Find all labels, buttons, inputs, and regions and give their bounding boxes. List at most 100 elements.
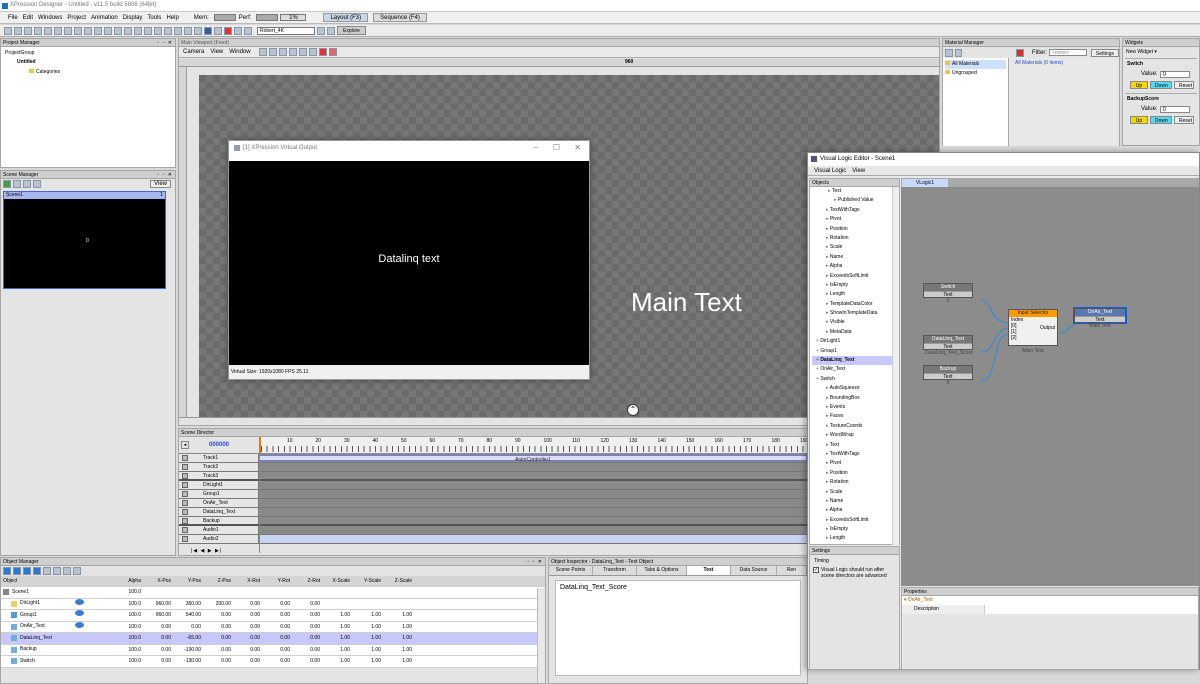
table-cell[interactable]: 360.00 (171, 599, 201, 610)
maximize-icon[interactable]: ☐ (553, 143, 560, 152)
table-row[interactable]: Group1 100.0 960.00 540.00 0.00 0.00 0.00 0.00 1… (1, 610, 545, 622)
widget-icon[interactable] (184, 26, 192, 35)
transport-controls-icon[interactable]: |◀ ◀ ▶ ▶| (191, 548, 222, 554)
menu-file[interactable]: File (8, 15, 18, 21)
track-row[interactable]: Track3 (179, 472, 807, 481)
table-cell[interactable]: 0.00 (141, 622, 171, 633)
tab-data-source[interactable]: Data Source (731, 566, 777, 575)
grid-tool-icon[interactable] (144, 26, 152, 35)
table-cell[interactable]: 0.00 (260, 645, 290, 656)
table-cell[interactable] (381, 587, 412, 598)
track-row[interactable]: Group1 (179, 490, 807, 499)
table-cell[interactable]: 1.00 (381, 622, 412, 633)
vle-tree-item[interactable]: ▸ IsEmpty (812, 281, 899, 290)
facebook-icon[interactable] (204, 26, 212, 35)
stop-icon[interactable] (224, 26, 232, 35)
table-cell[interactable]: 1.00 (381, 610, 412, 621)
save-icon[interactable] (24, 26, 32, 35)
track-row[interactable]: Track2 (179, 463, 807, 472)
vle-tree-item[interactable]: ▸ Alpha (812, 262, 899, 271)
table-row[interactable]: Scene1 100.0 (1, 587, 545, 599)
vle-tree-item[interactable]: ▸ Visible (812, 318, 899, 327)
backup-up-button[interactable]: Up (1130, 115, 1148, 124)
vle-tree-item[interactable]: ▸ Name (812, 253, 899, 262)
node-backup[interactable]: Backup Text (923, 365, 973, 380)
object-up-icon[interactable] (3, 567, 11, 575)
vle-tree-item[interactable]: ▸ TextWithTags (812, 450, 899, 459)
playhead[interactable] (259, 454, 260, 553)
table-cell[interactable]: 0.00 (231, 622, 260, 633)
tab-layout[interactable]: Layout (F3) (323, 13, 369, 22)
track-row[interactable]: Backup (179, 517, 807, 526)
viewport-pencil-icon[interactable] (288, 48, 297, 56)
vle-tree-item[interactable]: + DataLinq_Text (812, 356, 899, 366)
table-cell[interactable]: 100.0 (121, 645, 141, 656)
panel-buttons-icon[interactable]: ▫ ▫ ✕ (527, 558, 543, 566)
redo-icon[interactable] (54, 26, 62, 35)
panel-buttons-icon[interactable]: ▫ ▫ ✕ (157, 171, 173, 179)
shape-tool-icon[interactable] (114, 26, 122, 35)
table-row[interactable]: DirLight1 100.0 960.00 360.00 200.00 0.00 0.00… (1, 598, 545, 610)
selector-in1-port[interactable]: [1] (1011, 329, 1017, 335)
vle-tree-item[interactable]: ▸ ExceedsSoftLimit (812, 516, 899, 525)
table-cell[interactable]: 0.00 (260, 633, 290, 644)
vle-tree-item[interactable]: ▸ Pivot (812, 459, 899, 468)
backup-down-button[interactable]: Down (1150, 115, 1172, 124)
vle-tree-item[interactable]: ▸ AutoSqueeze (812, 384, 899, 393)
text-tool-icon[interactable] (104, 26, 112, 35)
viewport-layout-icon[interactable] (258, 48, 267, 56)
track-row[interactable]: Track1 AnimController1 (179, 454, 807, 463)
vle-tree-item[interactable]: ▸ Rotation (812, 234, 899, 243)
vle-tree-item[interactable]: + Switch (812, 375, 899, 384)
menu-display[interactable]: Display (123, 15, 143, 21)
table-cell[interactable]: 1.00 (350, 656, 381, 667)
pivot-handle-icon[interactable]: ⌃ (627, 404, 639, 416)
panel-buttons-icon[interactable]: ▫ ▫ ✕ (157, 39, 173, 47)
vle-menu-visual-logic[interactable]: Visual Logic (814, 168, 846, 174)
menu-project[interactable]: Project (67, 15, 86, 21)
viewport-stop-icon[interactable] (328, 48, 337, 56)
table-cell[interactable]: 1.00 (350, 610, 381, 621)
track-row[interactable]: DirLight1 (179, 481, 807, 490)
table-cell[interactable]: 1.00 (320, 622, 350, 633)
table-cell[interactable]: 100.0 (121, 622, 141, 633)
new-material-icon[interactable] (945, 48, 953, 57)
new-icon[interactable] (14, 26, 22, 35)
switch-down-button[interactable]: Down (1150, 80, 1172, 89)
vle-tree-item[interactable]: ▸ Length (812, 290, 899, 299)
timing-checkbox[interactable]: ✓ (813, 567, 819, 573)
close-icon[interactable]: ✕ (574, 143, 581, 152)
tree-categories[interactable]: Categories (5, 68, 175, 77)
node-onair-port[interactable]: Text (1075, 316, 1125, 323)
explore-button[interactable]: Explore (337, 26, 366, 35)
table-cell[interactable]: 0.00 (290, 622, 320, 633)
cut-icon[interactable] (64, 26, 72, 35)
vle-tree-item[interactable]: ▸ Scale (812, 488, 899, 497)
menu-windows[interactable]: Windows (38, 15, 62, 21)
vle-tree-item[interactable]: ▸ Pivot (812, 215, 899, 224)
table-cell[interactable]: 100.0 (121, 633, 141, 644)
viewport-grid-icon[interactable] (268, 48, 277, 56)
tab-tabs-options[interactable]: Tabs & Options (637, 566, 687, 575)
tab-render[interactable]: Ren (777, 566, 807, 575)
table-cell[interactable] (320, 587, 350, 598)
table-cell[interactable]: 960.00 (141, 610, 171, 621)
vle-tree-item[interactable]: ▸ Events (812, 403, 899, 412)
vle-tree-item[interactable]: ▸ Faces (812, 412, 899, 421)
timecode[interactable]: 000000 (209, 442, 229, 448)
table-cell[interactable]: 0.00 (141, 645, 171, 656)
object-group-icon[interactable] (43, 567, 51, 575)
table-cell[interactable]: 0.00 (141, 633, 171, 644)
menu-edit[interactable]: Edit (23, 15, 33, 21)
new-widget-button[interactable]: New Widget ▾ (1123, 47, 1199, 57)
table-cell[interactable] (141, 587, 171, 598)
widget-backupscore-value[interactable]: 0 (1159, 105, 1190, 113)
vle-tree-item[interactable]: ▸ Name (812, 497, 899, 506)
delete-icon[interactable] (94, 26, 102, 35)
table-cell[interactable]: 0.00 (260, 610, 290, 621)
selector-output-port[interactable]: Output (1040, 325, 1055, 331)
vle-tree-item[interactable]: + DirLight1 (812, 337, 899, 346)
node-switch-port[interactable]: Text (924, 291, 972, 298)
camera-tool-icon[interactable] (124, 26, 132, 35)
table-cell[interactable] (260, 587, 290, 598)
